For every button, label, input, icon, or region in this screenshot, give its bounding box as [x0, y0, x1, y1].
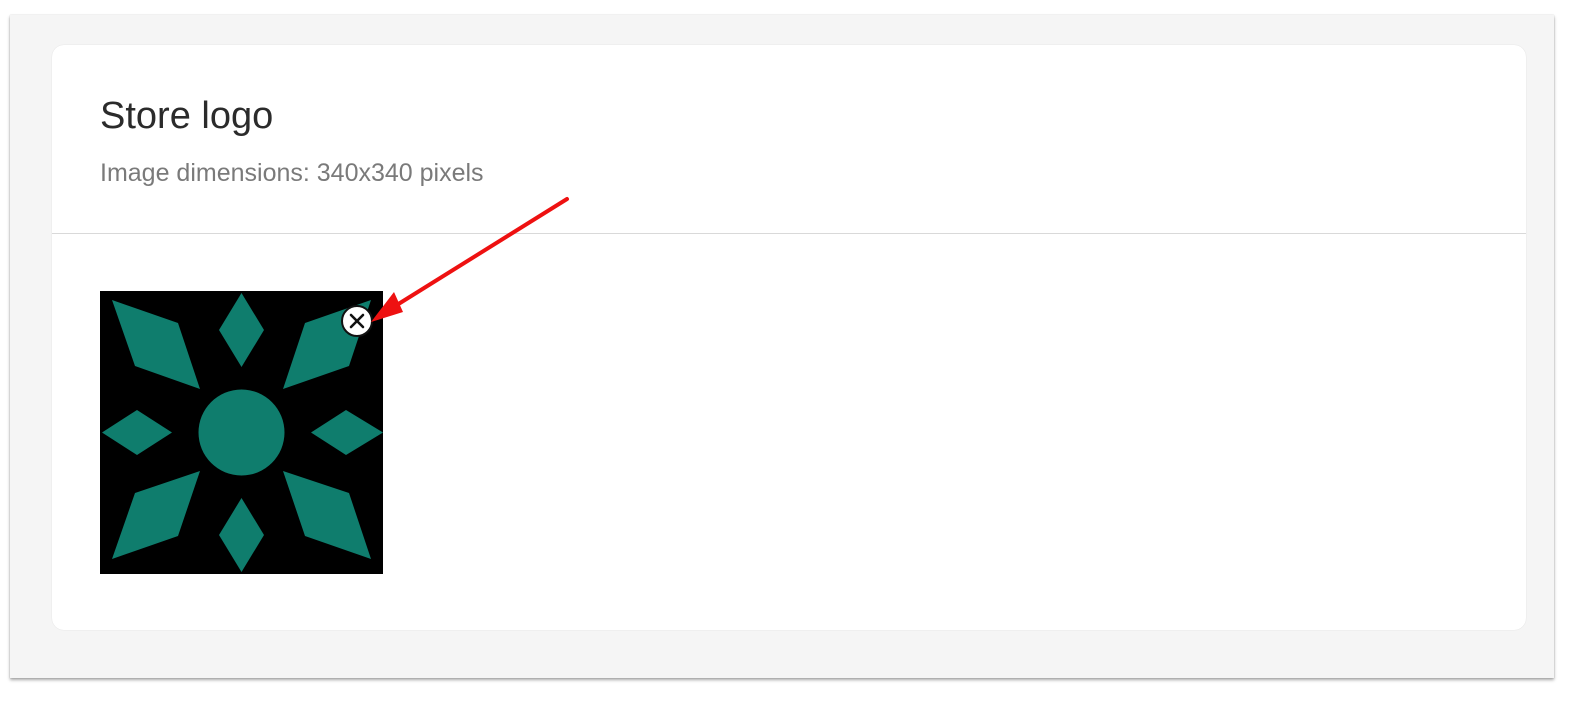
logo-preview: [100, 291, 383, 574]
page-frame: Store logo Image dimensions: 340x340 pix…: [10, 15, 1554, 678]
store-logo-image: [100, 291, 383, 574]
close-icon: [349, 313, 365, 329]
section-title: Store logo: [100, 95, 274, 137]
divider: [52, 233, 1526, 234]
image-dimensions-hint: Image dimensions: 340x340 pixels: [100, 159, 484, 187]
store-logo-card: Store logo Image dimensions: 340x340 pix…: [52, 45, 1526, 630]
remove-logo-button[interactable]: [341, 305, 373, 337]
